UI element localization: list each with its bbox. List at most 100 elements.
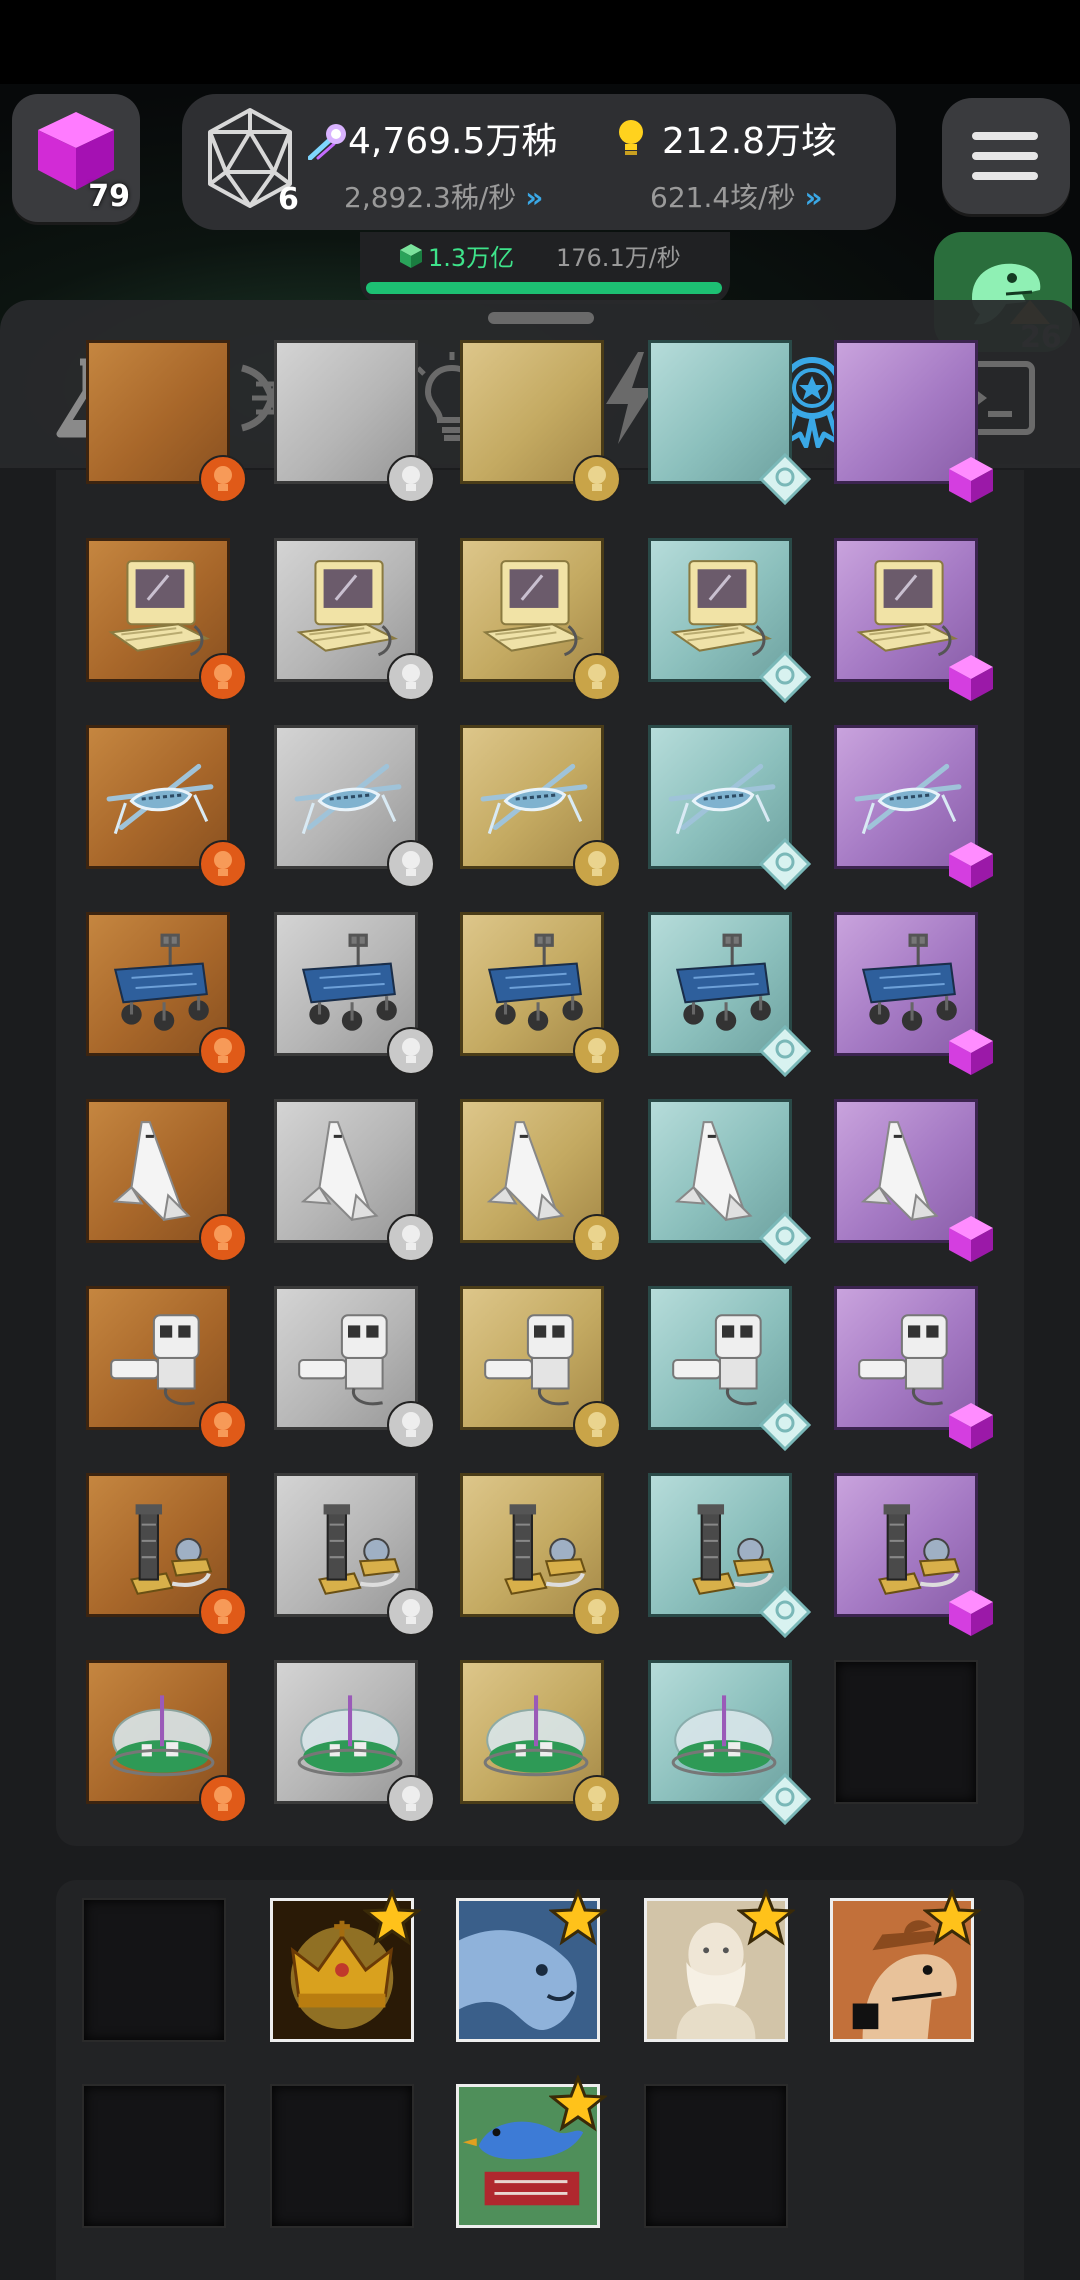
purple-tier-badge-icon — [949, 1029, 993, 1075]
star-icon — [923, 1889, 981, 1946]
bronze-tier-badge-icon — [199, 653, 247, 701]
diamond-tier-badge-icon — [759, 1025, 811, 1077]
space-shuttle-silver-slot[interactable] — [274, 1099, 435, 1262]
purple-tier-badge-icon — [949, 655, 993, 701]
progress-strip: 1.3万亿 176.1万/秒 — [360, 232, 730, 304]
computer-purple-slot[interactable] — [834, 538, 993, 701]
gem-button[interactable]: 79 — [12, 94, 140, 222]
empty-special-slot — [270, 2084, 414, 2228]
space-shuttle-diamond-slot[interactable] — [648, 1099, 811, 1264]
star-icon — [549, 1889, 607, 1946]
space-shuttle-gold-slot[interactable] — [460, 1099, 621, 1262]
silver-tier-badge-icon — [387, 1027, 435, 1075]
bronze-tier-badge-icon — [199, 1214, 247, 1262]
star-icon — [549, 2075, 607, 2132]
gem-count: 79 — [88, 179, 130, 214]
comet-icon — [308, 124, 346, 160]
blue-creature-special-slot[interactable] — [456, 1889, 607, 2042]
drone-purple-slot[interactable] — [834, 725, 993, 888]
bronze-tier-badge-icon — [199, 1588, 247, 1636]
diamond-tier-badge-icon — [759, 1773, 811, 1825]
green-cube-icon — [400, 244, 422, 268]
gold-tier-badge-icon — [573, 455, 621, 503]
drone-silver-slot[interactable] — [274, 725, 435, 888]
collection-board — [56, 340, 1024, 1846]
astronaut-bronze-slot[interactable] — [86, 1286, 247, 1449]
dome-colony-gold-slot[interactable] — [460, 1660, 621, 1823]
diamond-tier-badge-icon — [759, 1586, 811, 1638]
silver-tier-badge-icon — [387, 1588, 435, 1636]
rate-chevron-icon: » — [804, 181, 823, 214]
silver-tier-badge-icon — [387, 653, 435, 701]
space-elevator-purple-slot[interactable] — [834, 1473, 993, 1636]
previous-row-silver-slot — [274, 340, 435, 503]
dome-colony-bronze-slot[interactable] — [86, 1660, 247, 1823]
drone-diamond-slot[interactable] — [648, 725, 811, 890]
dome-colony-diamond-slot[interactable] — [648, 1660, 811, 1825]
primary-resource-value: 4,769.5万秭 — [348, 121, 558, 162]
gold-tier-badge-icon — [573, 653, 621, 701]
menu-button[interactable] — [942, 98, 1070, 214]
bronze-tier-badge-icon — [199, 840, 247, 888]
computer-gold-slot[interactable] — [460, 538, 621, 701]
computer-diamond-slot[interactable] — [648, 538, 811, 703]
silver-tier-badge-icon — [387, 1401, 435, 1449]
dinosaur-explorer-special-slot[interactable] — [830, 1889, 981, 2042]
previous-row-bronze-slot — [86, 340, 247, 503]
lightbulb-resource-icon — [619, 120, 643, 155]
progress-amount: 1.3万亿 — [428, 244, 515, 272]
star-icon — [363, 1889, 421, 1946]
rate-chevron-icon: » — [525, 181, 543, 214]
drone-bronze-slot[interactable] — [86, 725, 247, 888]
bronze-tier-badge-icon — [199, 1027, 247, 1075]
purple-tier-badge-icon — [949, 1216, 993, 1262]
astronaut-silver-slot[interactable] — [274, 1286, 435, 1449]
space-elevator-silver-slot[interactable] — [274, 1473, 435, 1636]
gold-tier-badge-icon — [573, 1775, 621, 1823]
space-elevator-gold-slot[interactable] — [460, 1473, 621, 1636]
resource-panel: 6 4,769.5万秭 2,892.3秭/秒 » 212.8万垓 621.4垓/… — [182, 94, 896, 230]
mars-rover-silver-slot[interactable] — [274, 912, 435, 1075]
drone-gold-slot[interactable] — [460, 725, 621, 888]
mars-rover-gold-slot[interactable] — [460, 912, 621, 1075]
mars-rover-diamond-slot[interactable] — [648, 912, 811, 1077]
diamond-tier-badge-icon — [759, 651, 811, 703]
bearded-man-statue-special-slot[interactable] — [644, 1889, 795, 2042]
diamond-tier-badge-icon — [759, 838, 811, 890]
mars-rover-purple-slot[interactable] — [834, 912, 993, 1075]
space-shuttle-bronze-slot[interactable] — [86, 1099, 247, 1262]
star-icon — [737, 1889, 795, 1946]
bronze-tier-badge-icon — [199, 455, 247, 503]
astronaut-diamond-slot[interactable] — [648, 1286, 811, 1451]
dome-colony-silver-slot[interactable] — [274, 1660, 435, 1823]
special-items-panel — [56, 1880, 1024, 2280]
bronze-tier-badge-icon — [199, 1775, 247, 1823]
prestige-level: 6 — [278, 182, 299, 217]
gold-tier-badge-icon — [573, 1214, 621, 1262]
progress-rate: 176.1万/秒 — [556, 244, 681, 272]
secondary-resource-rate: 621.4垓/秒 » — [650, 181, 823, 214]
space-shuttle-purple-slot[interactable] — [834, 1099, 993, 1262]
space-elevator-bronze-slot[interactable] — [86, 1473, 247, 1636]
silver-tier-badge-icon — [387, 840, 435, 888]
blue-bird-meat-special-slot[interactable] — [456, 2075, 607, 2228]
purple-tier-badge-icon — [949, 842, 993, 888]
previous-row-gold-slot — [460, 340, 621, 503]
computer-bronze-slot[interactable] — [86, 538, 247, 701]
secondary-resource-value: 212.8万垓 — [662, 121, 838, 162]
purple-tier-badge-icon — [949, 1590, 993, 1636]
primary-resource-rate: 2,892.3秭/秒 » — [344, 181, 543, 214]
gold-tier-badge-icon — [573, 1401, 621, 1449]
bronze-tier-badge-icon — [199, 1401, 247, 1449]
diamond-tier-badge-icon — [759, 453, 811, 505]
crown-special-slot[interactable] — [270, 1889, 421, 2042]
silver-tier-badge-icon — [387, 455, 435, 503]
space-elevator-diamond-slot[interactable] — [648, 1473, 811, 1638]
astronaut-gold-slot[interactable] — [460, 1286, 621, 1449]
status-bar — [0, 0, 1080, 84]
astronaut-purple-slot[interactable] — [834, 1286, 993, 1449]
diamond-tier-badge-icon — [759, 1212, 811, 1264]
drag-handle[interactable] — [488, 312, 594, 324]
mars-rover-bronze-slot[interactable] — [86, 912, 247, 1075]
computer-silver-slot[interactable] — [274, 538, 435, 701]
